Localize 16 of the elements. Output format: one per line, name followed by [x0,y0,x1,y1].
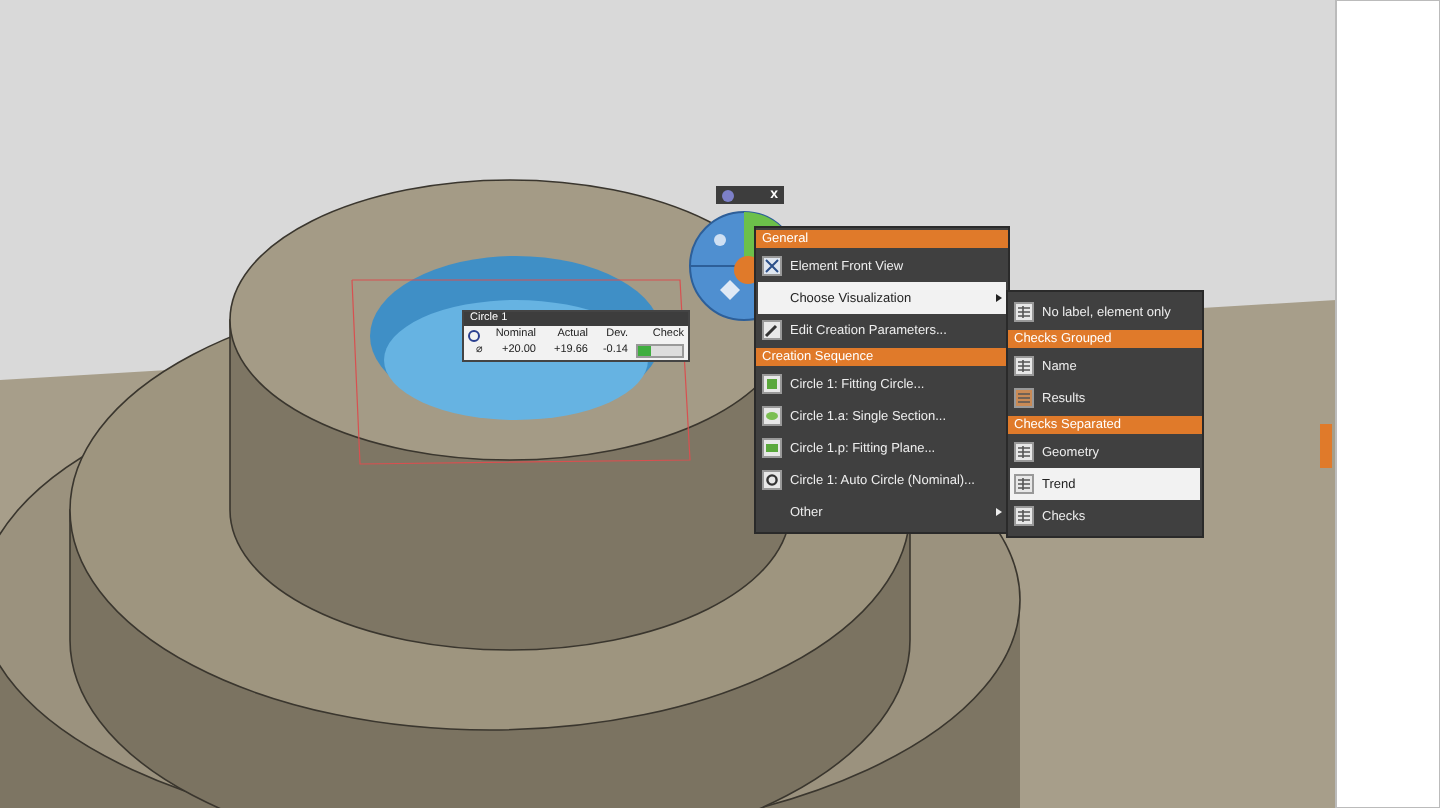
plane-icon [762,438,782,458]
list-icon [1014,302,1034,322]
square-icon [762,374,782,394]
ellipse-icon [762,406,782,426]
list-icon [1014,388,1034,408]
check-status-icon [636,344,684,358]
circle-icon [468,329,480,341]
front-view-icon [762,256,782,276]
list-icon [1014,506,1034,526]
list-icon [1014,442,1034,462]
pin-icon[interactable] [722,189,734,201]
list-icon [1014,356,1034,376]
circle-icon [762,470,782,490]
panel-handle[interactable] [1320,424,1332,468]
list-icon [1014,474,1034,494]
pencil-icon [762,320,782,340]
